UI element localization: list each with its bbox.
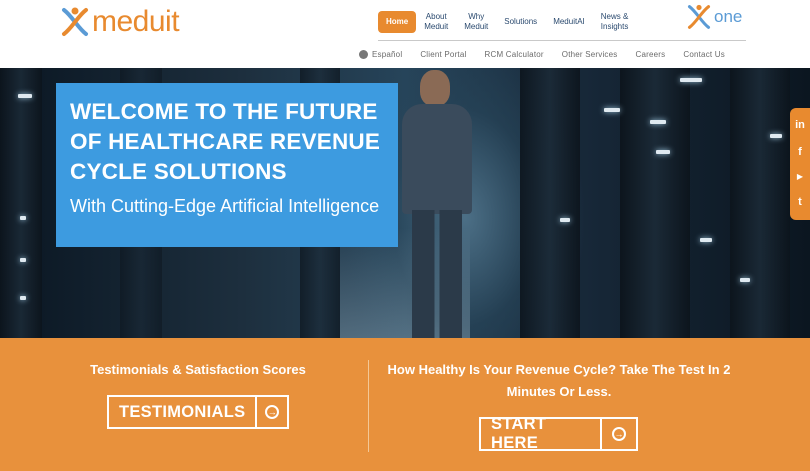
revenue-test-heading: How Healthy Is Your Revenue Cycle? Take … bbox=[387, 362, 731, 399]
logo-text: meduit bbox=[92, 5, 180, 38]
nav-home[interactable]: Home bbox=[378, 11, 417, 33]
hero-title: WELCOME TO THE FUTURE OF HEALTHCARE REVE… bbox=[70, 99, 381, 184]
technician-legs bbox=[412, 210, 462, 338]
start-here-button[interactable]: START HERE → bbox=[479, 415, 638, 452]
nav-about-meduit[interactable]: About Meduit bbox=[416, 12, 456, 31]
linkedin-icon[interactable]: in bbox=[795, 119, 805, 131]
rack-light bbox=[20, 258, 26, 262]
subnav-rcm-calculator[interactable]: RCM Calculator bbox=[476, 50, 553, 59]
subnav-contact-us[interactable]: Contact Us bbox=[674, 50, 734, 59]
start-here-arrow: → bbox=[600, 419, 636, 449]
subnav-espanol[interactable]: Español bbox=[350, 49, 411, 59]
subnav-careers[interactable]: Careers bbox=[626, 50, 674, 59]
rack-light bbox=[650, 120, 666, 124]
nav-meduitai[interactable]: MeduitAI bbox=[545, 17, 593, 27]
server-rack bbox=[620, 68, 690, 338]
technician-head bbox=[420, 70, 450, 106]
nav-divider bbox=[378, 40, 746, 41]
twitter-icon[interactable]: t bbox=[798, 197, 802, 208]
subnav-espanol-label: Español bbox=[372, 49, 403, 59]
meduit-one-icon bbox=[687, 4, 711, 29]
arrow-circle-icon: → bbox=[265, 405, 280, 419]
hero-banner: WELCOME TO THE FUTURE OF HEALTHCARE REVE… bbox=[0, 68, 810, 338]
technician-body bbox=[402, 104, 472, 214]
hero-subtitle: With Cutting-Edge Artificial Intelligenc… bbox=[70, 196, 380, 216]
hero-headline-box: WELCOME TO THE FUTURE OF HEALTHCARE REVE… bbox=[56, 83, 398, 247]
rack-light bbox=[18, 94, 32, 98]
band-divider bbox=[368, 360, 369, 452]
rack-light bbox=[560, 218, 570, 222]
globe-icon bbox=[359, 49, 368, 59]
rack-light bbox=[740, 278, 750, 282]
one-logo-text: one bbox=[714, 7, 743, 26]
meduit-logo[interactable]: meduit bbox=[60, 4, 180, 40]
rack-light bbox=[604, 108, 620, 112]
nav-news-insights[interactable]: News & Insights bbox=[593, 12, 637, 31]
nav-why-meduit[interactable]: Why Meduit bbox=[456, 12, 496, 31]
testimonials-button-label: TESTIMONIALS bbox=[119, 402, 246, 421]
social-sidebar: in f ▶ t bbox=[790, 108, 810, 220]
meduit-logo-icon bbox=[60, 6, 90, 38]
meduit-one-logo[interactable]: one bbox=[686, 2, 742, 32]
arrow-circle-icon: → bbox=[612, 427, 626, 441]
rack-light bbox=[680, 78, 702, 82]
server-rack bbox=[520, 68, 580, 338]
rack-light bbox=[656, 150, 670, 154]
main-nav: Home About Meduit Why Meduit Solutions M… bbox=[378, 6, 636, 38]
site-header: meduit Home About Meduit Why Meduit Solu… bbox=[0, 0, 810, 68]
start-here-button-label: START HERE bbox=[491, 415, 547, 452]
rack-light bbox=[770, 134, 782, 138]
subnav-client-portal[interactable]: Client Portal bbox=[411, 50, 475, 59]
nav-solutions[interactable]: Solutions bbox=[496, 17, 545, 27]
testimonials-heading: Testimonials & Satisfaction Scores bbox=[90, 362, 306, 377]
rack-light bbox=[700, 238, 712, 242]
testimonials-arrow: → bbox=[255, 397, 287, 427]
cta-band: Testimonials & Satisfaction Scores TESTI… bbox=[0, 338, 810, 471]
rack-light bbox=[20, 296, 26, 300]
server-rack bbox=[730, 68, 790, 338]
technician-figure bbox=[398, 70, 508, 338]
facebook-icon[interactable]: f bbox=[798, 146, 802, 158]
testimonials-button[interactable]: TESTIMONIALS → bbox=[107, 395, 289, 429]
secondary-nav: Español Client Portal RCM Calculator Oth… bbox=[350, 47, 734, 61]
youtube-icon[interactable]: ▶ bbox=[797, 173, 803, 181]
rack-light bbox=[20, 216, 26, 220]
subnav-other-services[interactable]: Other Services bbox=[553, 50, 627, 59]
